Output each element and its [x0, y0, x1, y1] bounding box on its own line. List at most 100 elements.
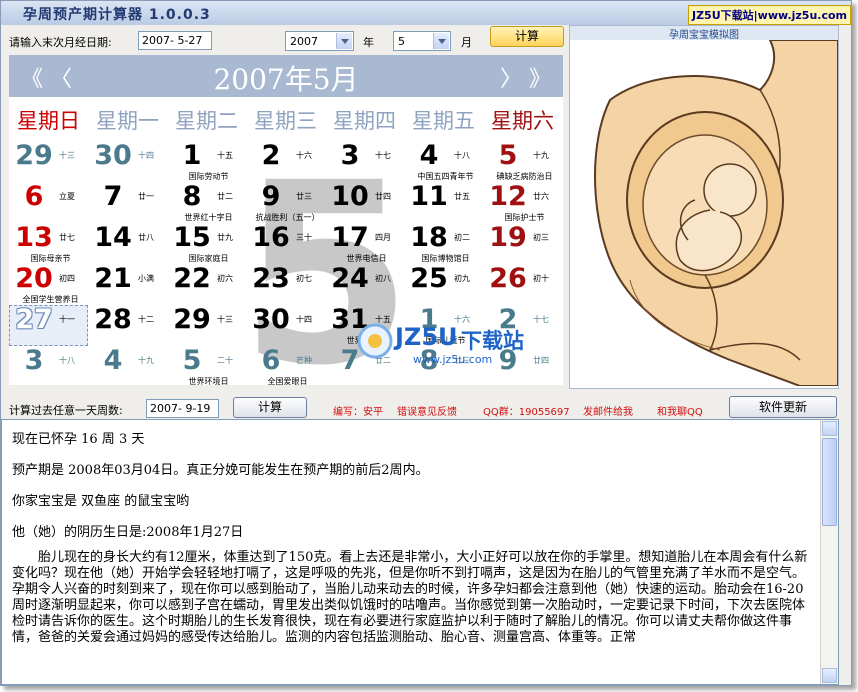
month-select-value: 5 — [398, 35, 405, 48]
calendar-lunar-day: 四月 — [375, 233, 391, 242]
calendar-lunar-day: 初七 — [296, 274, 312, 283]
past-date-field[interactable]: 2007- 9-19 — [146, 399, 219, 418]
calendar-day-cell[interactable]: 19 初三 — [483, 223, 562, 264]
calendar-day-number: 28 — [94, 304, 132, 335]
weekday-header: 星期二 — [175, 109, 238, 133]
result-line-lunar-birthday: 他（她）的阴历生日是:2008年1月27日 — [12, 525, 244, 540]
calendar-day-cell[interactable]: 10 廿四 — [325, 182, 404, 223]
calendar-day-cell[interactable]: 17 四月 世界电信日 — [325, 223, 404, 264]
calendar-day-cell[interactable]: 6 立夏 — [9, 182, 88, 223]
calendar-day-cell[interactable]: 11 廿五 — [404, 182, 483, 223]
calendar-lunar-day: 立夏 — [59, 192, 75, 201]
calendar-day-cell[interactable]: 30 十四 — [88, 141, 167, 182]
calendar-day-cell[interactable]: 14 廿八 — [88, 223, 167, 264]
calendar-day-cell[interactable]: 24 初八 — [325, 264, 404, 305]
calendar-day-cell[interactable]: 4 十八 中国五四青年节 — [404, 141, 483, 182]
calendar-day-cell[interactable]: 13 廿七 国际母亲节 — [9, 223, 88, 264]
calendar-lunar-day: 廿二 — [217, 192, 233, 201]
calendar-lunar-day: 初九 — [454, 274, 470, 283]
calendar-day-cell[interactable]: 12 廿六 国际护士节 — [483, 182, 562, 223]
send-mail-link[interactable]: 发邮件给我 — [583, 403, 633, 418]
update-button[interactable]: 软件更新 — [729, 396, 837, 418]
calendar-day-number: 4 — [419, 140, 439, 171]
calendar-day-cell[interactable]: 16 三十 — [246, 223, 325, 264]
calendar-lunar-day: 三十 — [296, 233, 312, 242]
calendar-day-cell[interactable]: 29 十三 — [9, 141, 88, 182]
calendar-lunar-day: 芒种 — [296, 356, 312, 365]
next-month-nav[interactable]: 〉 》 — [500, 61, 551, 93]
calendar-day-number: 26 — [489, 263, 527, 294]
calendar-day-cell[interactable]: 2 十六 — [246, 141, 325, 182]
calendar-day-number: 5 — [182, 345, 202, 376]
year-select[interactable]: 2007 — [285, 31, 354, 51]
month-select[interactable]: 5 — [393, 31, 451, 51]
calendar-day-number: 3 — [340, 140, 360, 171]
calendar-day-cell[interactable]: 25 初九 — [404, 264, 483, 305]
calendar-day-cell[interactable]: 28 十二 — [88, 305, 167, 346]
calendar-day-number: 16 — [252, 222, 290, 253]
calendar-day-number: 21 — [94, 263, 132, 294]
calendar-day-cell[interactable]: 18 初二 国际博物馆日 — [404, 223, 483, 264]
watermark-badge: JZ5U下载站|www.jz5u.com — [687, 5, 851, 25]
calendar-day-cell[interactable]: 20 初四 全国学生营养日 — [9, 264, 88, 305]
calendar-day-cell[interactable]: 27 十一 — [9, 305, 88, 346]
calendar-day-cell[interactable]: 3 十七 — [325, 141, 404, 182]
last-period-date-field[interactable]: 2007- 5-27 — [138, 31, 212, 50]
chevron-down-icon[interactable] — [433, 33, 449, 49]
calendar-day-cell[interactable]: 5 二十 世界环境日 — [167, 345, 246, 386]
weekday-header: 星期一 — [96, 109, 159, 133]
calendar-day-cell[interactable]: 4 十九 — [88, 346, 167, 385]
calendar-day-cell[interactable]: 21 小满 — [88, 264, 167, 305]
calendar-day-cell[interactable]: 9 廿三 抗战胜利（五一） — [246, 182, 325, 223]
calendar-day-cell[interactable]: 3 十八 — [9, 346, 88, 385]
calendar-lunar-day: 十一 — [59, 315, 75, 324]
result-paragraph: 胎儿现在的身长大约有12厘米，体重达到了150克。看上去还是非常小，大小正好可以… — [12, 550, 808, 645]
result-textarea[interactable]: 现在已怀孕 16 周 3 天 预产期是 2008年03月04日。真正分娩可能发生… — [1, 419, 839, 685]
calendar-day-cell[interactable]: 26 初十 — [483, 264, 562, 305]
calendar-day-cell[interactable]: 23 初七 — [246, 264, 325, 305]
vertical-scrollbar[interactable] — [820, 420, 838, 684]
chevron-down-icon[interactable] — [336, 33, 352, 49]
calendar-day-number: 7 — [103, 181, 123, 212]
feedback-link[interactable]: 错误意见反馈 — [397, 403, 457, 418]
calendar-day-cell[interactable]: 15 廿九 国际家庭日 — [167, 223, 246, 264]
calendar-lunar-day: 廿七 — [59, 233, 75, 242]
calendar-day-number: 5 — [498, 140, 518, 171]
calendar-day-number: 6 — [261, 345, 281, 376]
calendar-lunar-day: 廿八 — [138, 233, 154, 242]
calendar-day-number: 15 — [173, 222, 211, 253]
calendar-lunar-day: 初十 — [533, 274, 549, 283]
calendar-lunar-day: 廿五 — [454, 192, 470, 201]
chat-qq-link[interactable]: 和我聊QQ — [657, 403, 703, 418]
calendar-day-number: 29 — [15, 140, 53, 171]
calendar-day-cell[interactable]: 30 十四 — [246, 305, 325, 346]
calendar-day-number: 12 — [489, 181, 527, 212]
calendar-lunar-day: 十三 — [59, 151, 75, 160]
calendar-day-cell[interactable]: 8 廿二 世界红十字日 — [167, 182, 246, 223]
calendar-day-number: 6 — [24, 181, 44, 212]
calendar-day-cell[interactable]: 6 芒种 全国爱眼日 — [246, 345, 325, 386]
title-bar: 孕周预产期计算器 1.0.0.3 JZ5U下载站|www.jz5u.com — [1, 1, 851, 25]
calendar-day-cell[interactable]: 22 初六 — [167, 264, 246, 305]
calendar-day-cell[interactable]: 5 十九 碘缺乏病防治日 — [483, 141, 562, 182]
weekday-header: 星期三 — [254, 109, 317, 133]
week-calc-button[interactable]: 计算 — [233, 397, 307, 418]
calendar-lunar-day: 十三 — [217, 315, 233, 324]
calendar-lunar-day: 十九 — [138, 356, 154, 365]
scroll-thumb[interactable] — [822, 438, 837, 526]
calendar-lunar-day: 十八 — [454, 151, 470, 160]
calendar-day-cell[interactable]: 1 十五 国际劳动节 — [167, 141, 246, 182]
fetus-picture-panel: 孕周宝宝模拟图 — [569, 25, 839, 389]
calendar-day-cell[interactable]: 29 十三 — [167, 305, 246, 346]
calculate-button[interactable]: 计算 — [490, 26, 564, 47]
week-calc-label: 计算过去任意一天周数: — [9, 404, 123, 417]
calendar-day-number: 17 — [331, 222, 369, 253]
calendar-day-cell[interactable]: 7 廿一 — [88, 182, 167, 223]
calendar-lunar-day: 廿九 — [217, 233, 233, 242]
calendar-day-number: 9 — [261, 181, 281, 212]
calendar-day-number: 3 — [24, 345, 44, 376]
calendar-lunar-day: 十九 — [533, 151, 549, 160]
scroll-down-button[interactable] — [822, 668, 837, 683]
scroll-up-button[interactable] — [822, 421, 837, 436]
last-period-label: 请输入末次月经日期: — [9, 36, 112, 49]
